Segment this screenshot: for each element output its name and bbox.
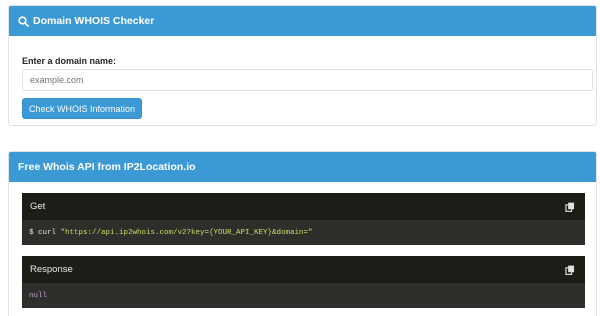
response-title: Response xyxy=(30,264,73,275)
whois-checker-title: Domain WHOIS Checker xyxy=(33,15,155,27)
shell-prompt: $ curl xyxy=(29,228,61,237)
response-code-body: null xyxy=(22,283,585,308)
response-value: null xyxy=(29,291,48,300)
response-code-block: Response null xyxy=(22,256,585,308)
check-whois-button[interactable]: Check WHOIS Information xyxy=(22,98,143,119)
response-code-header: Response xyxy=(22,256,585,283)
whois-checker-header: Domain WHOIS Checker xyxy=(9,6,596,36)
search-icon xyxy=(18,15,29,27)
get-code-header: Get xyxy=(22,193,585,220)
get-title: Get xyxy=(30,201,46,212)
whois-api-title: Free Whois API from IP2Location.io xyxy=(18,161,196,173)
whois-api-card: Free Whois API from IP2Location.io Get $… xyxy=(8,151,597,316)
domain-input[interactable] xyxy=(22,69,593,91)
whois-checker-card: Domain WHOIS Checker Enter a domain name… xyxy=(8,5,597,126)
copy-icon[interactable] xyxy=(565,265,575,275)
copy-icon[interactable] xyxy=(565,202,575,212)
get-code-block: Get $ curl "https://api.ip2whois.com/v2?… xyxy=(22,193,585,245)
domain-input-label: Enter a domain name: xyxy=(22,56,117,66)
get-code-body: $ curl "https://api.ip2whois.com/v2?key=… xyxy=(22,220,585,245)
curl-command: "https://api.ip2whois.com/v2?key={YOUR_A… xyxy=(60,228,313,237)
whois-api-header: Free Whois API from IP2Location.io xyxy=(9,152,596,182)
